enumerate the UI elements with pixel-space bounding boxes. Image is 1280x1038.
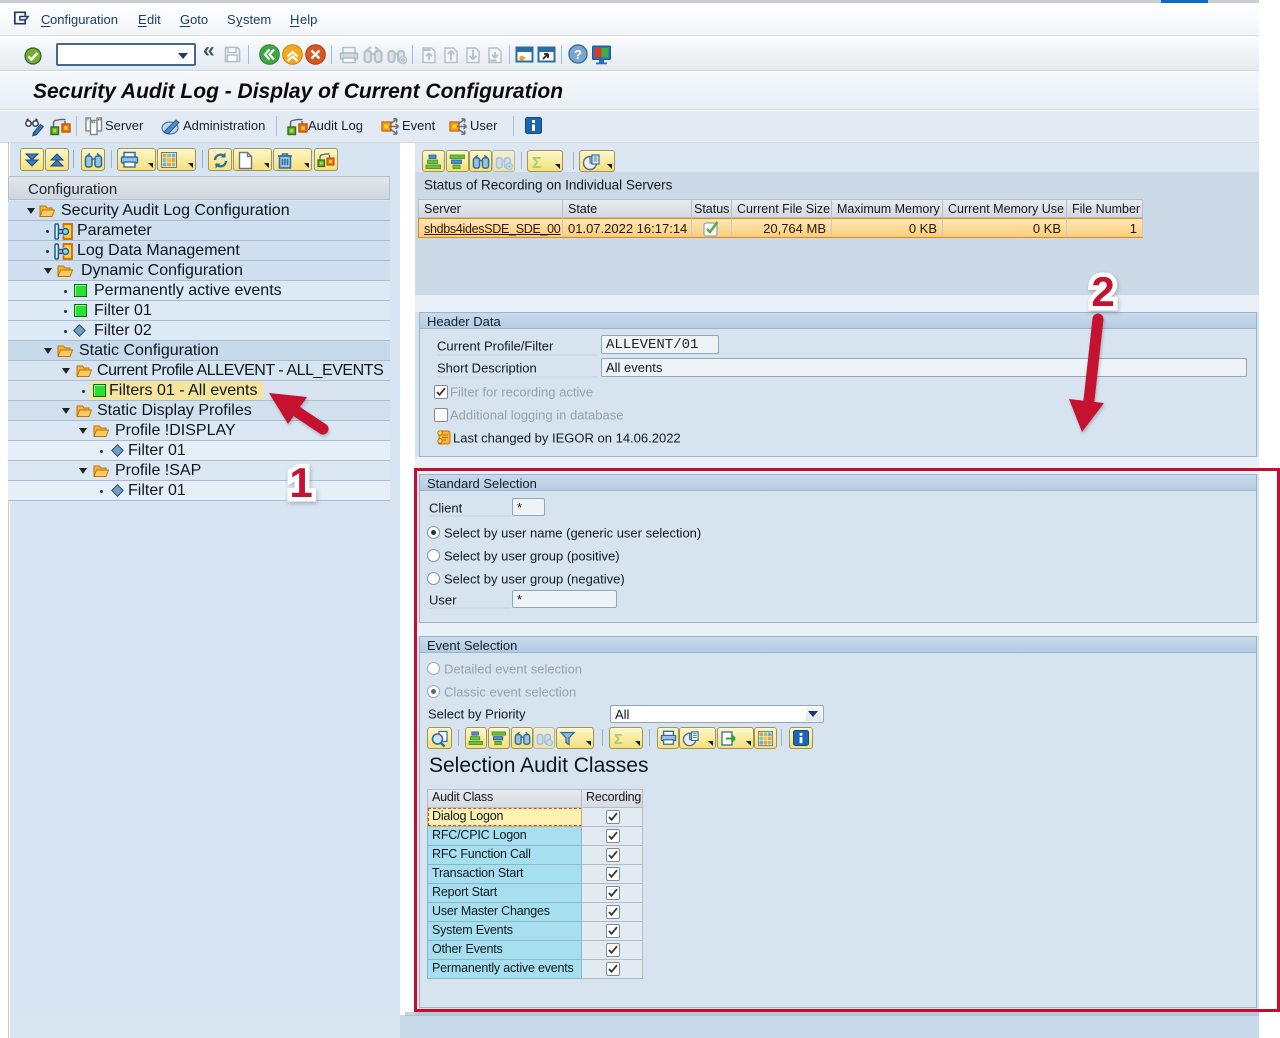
svg-text:?: ? [574,47,582,62]
svg-text:Σ: Σ [532,155,542,171]
